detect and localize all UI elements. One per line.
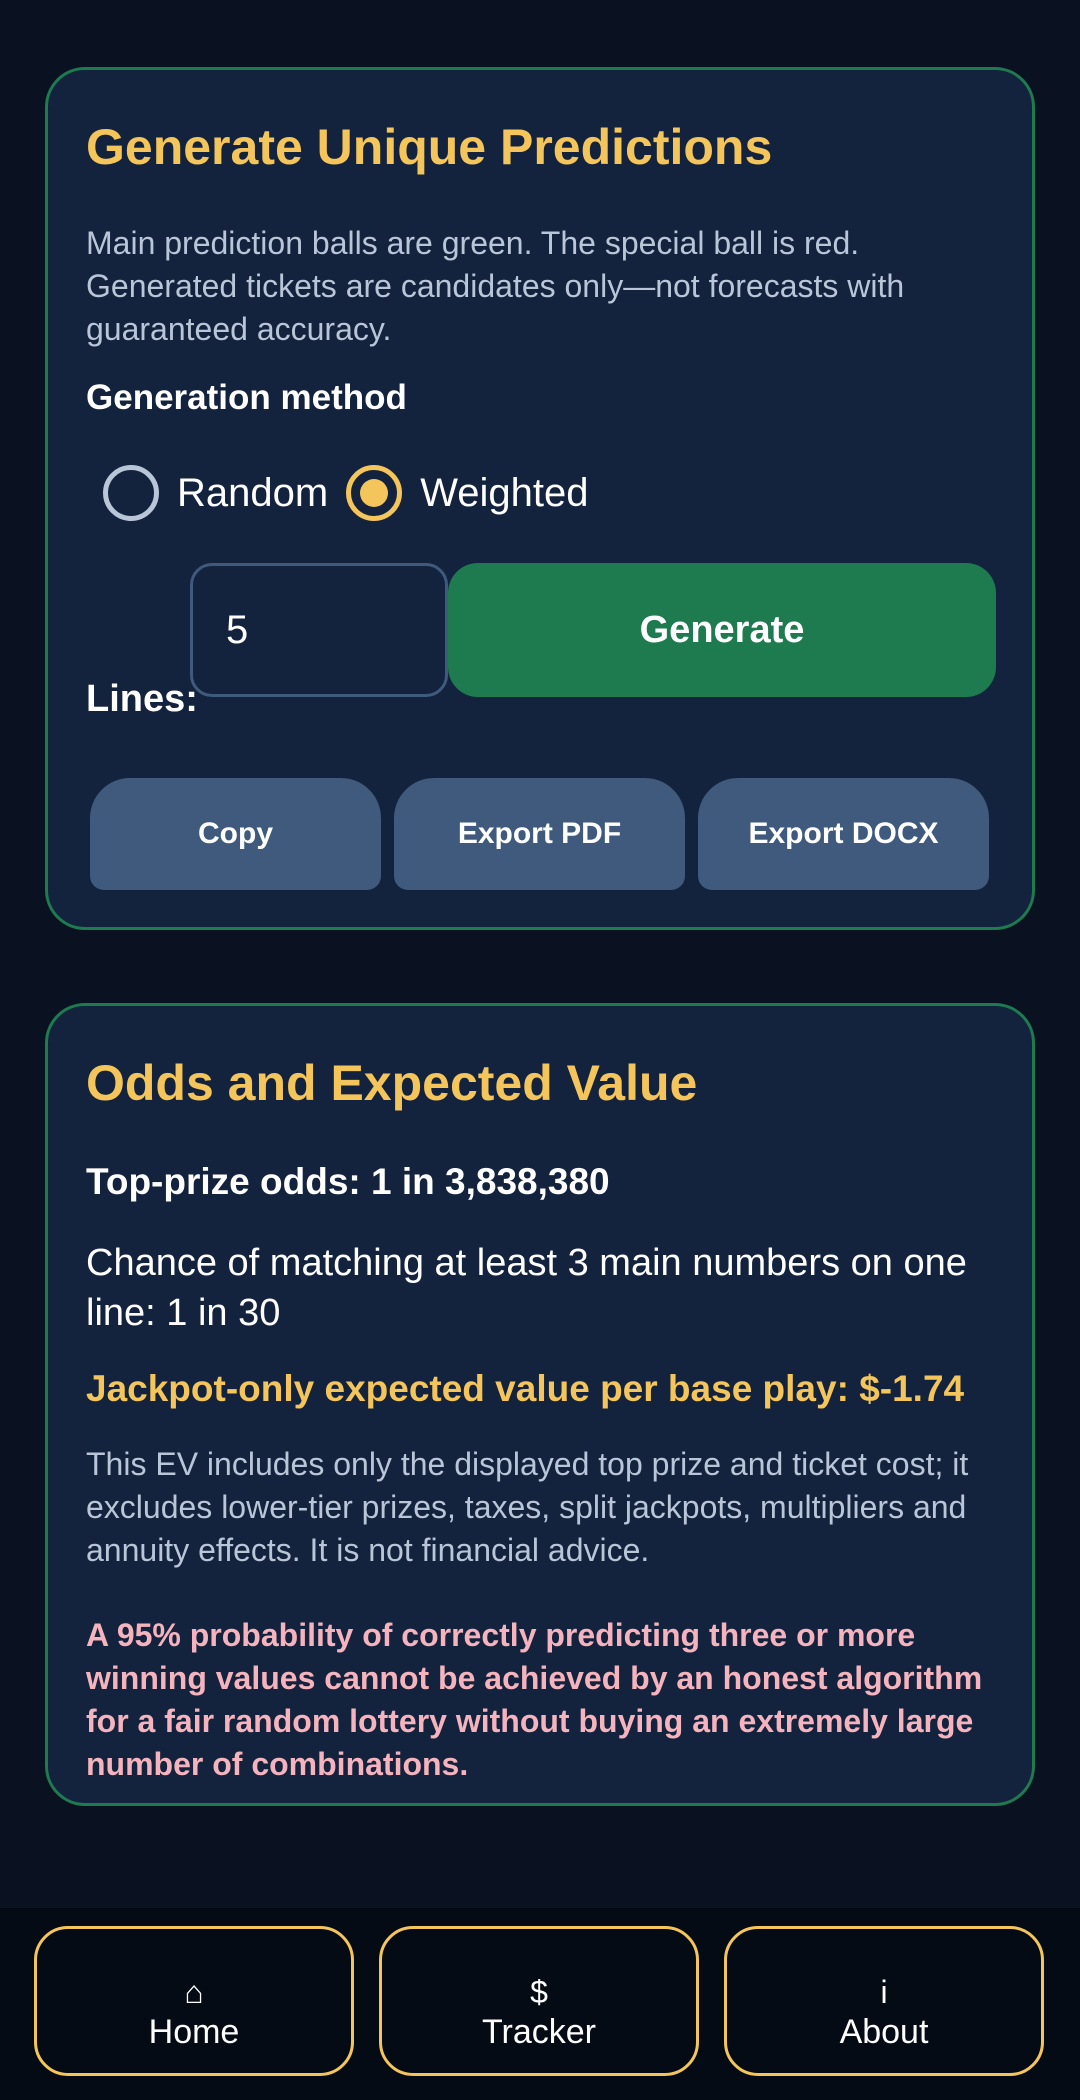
nav-home-label: Home (148, 2013, 240, 2051)
generate-title: Generate Unique Predictions (86, 119, 773, 175)
probability-warning: A 95% probability of correctly predictin… (86, 1617, 983, 1782)
lines-input[interactable] (190, 563, 448, 697)
generate-button[interactable]: Generate (448, 563, 996, 697)
info-icon: i (880, 1974, 888, 2010)
nav-tracker-button[interactable]: $ Tracker (379, 1926, 699, 2076)
odds-card: Odds and Expected Value Top-prize odds: … (45, 1003, 1035, 1806)
generate-card: Generate Unique Predictions Main predict… (45, 67, 1035, 930)
random-radio[interactable] (103, 465, 159, 521)
generate-description: Main prediction balls are green. The spe… (86, 225, 905, 347)
lines-label: Lines: (86, 678, 198, 720)
generation-method-group: Random Weighted (103, 463, 606, 523)
bottom-nav: ⌂ Home $ Tracker i About (0, 1908, 1080, 2100)
home-icon: ⌂ (184, 1974, 204, 2010)
match-chance: Chance of matching at least 3 main numbe… (86, 1242, 967, 1334)
top-prize-odds: Top-prize odds: 1 in 3,838,380 (86, 1161, 610, 1202)
export-docx-button[interactable]: Export DOCX (698, 778, 989, 890)
weighted-radio[interactable] (346, 465, 403, 521)
nav-about-button[interactable]: i About (724, 1926, 1044, 2076)
copy-button[interactable]: Copy (90, 778, 381, 890)
weighted-radio-label[interactable]: Weighted (420, 471, 588, 516)
generation-method-label: Generation method (86, 378, 407, 417)
ev-disclaimer: This EV includes only the displayed top … (86, 1446, 969, 1568)
nav-about-label: About (839, 2013, 929, 2051)
nav-home-button[interactable]: ⌂ Home (34, 1926, 354, 2076)
expected-value: Jackpot-only expected value per base pla… (86, 1368, 965, 1409)
dollar-icon: $ (530, 1974, 548, 2010)
nav-tracker-label: Tracker (482, 2013, 596, 2051)
random-radio-label[interactable]: Random (177, 471, 328, 516)
odds-title: Odds and Expected Value (86, 1055, 698, 1111)
export-pdf-button[interactable]: Export PDF (394, 778, 685, 890)
